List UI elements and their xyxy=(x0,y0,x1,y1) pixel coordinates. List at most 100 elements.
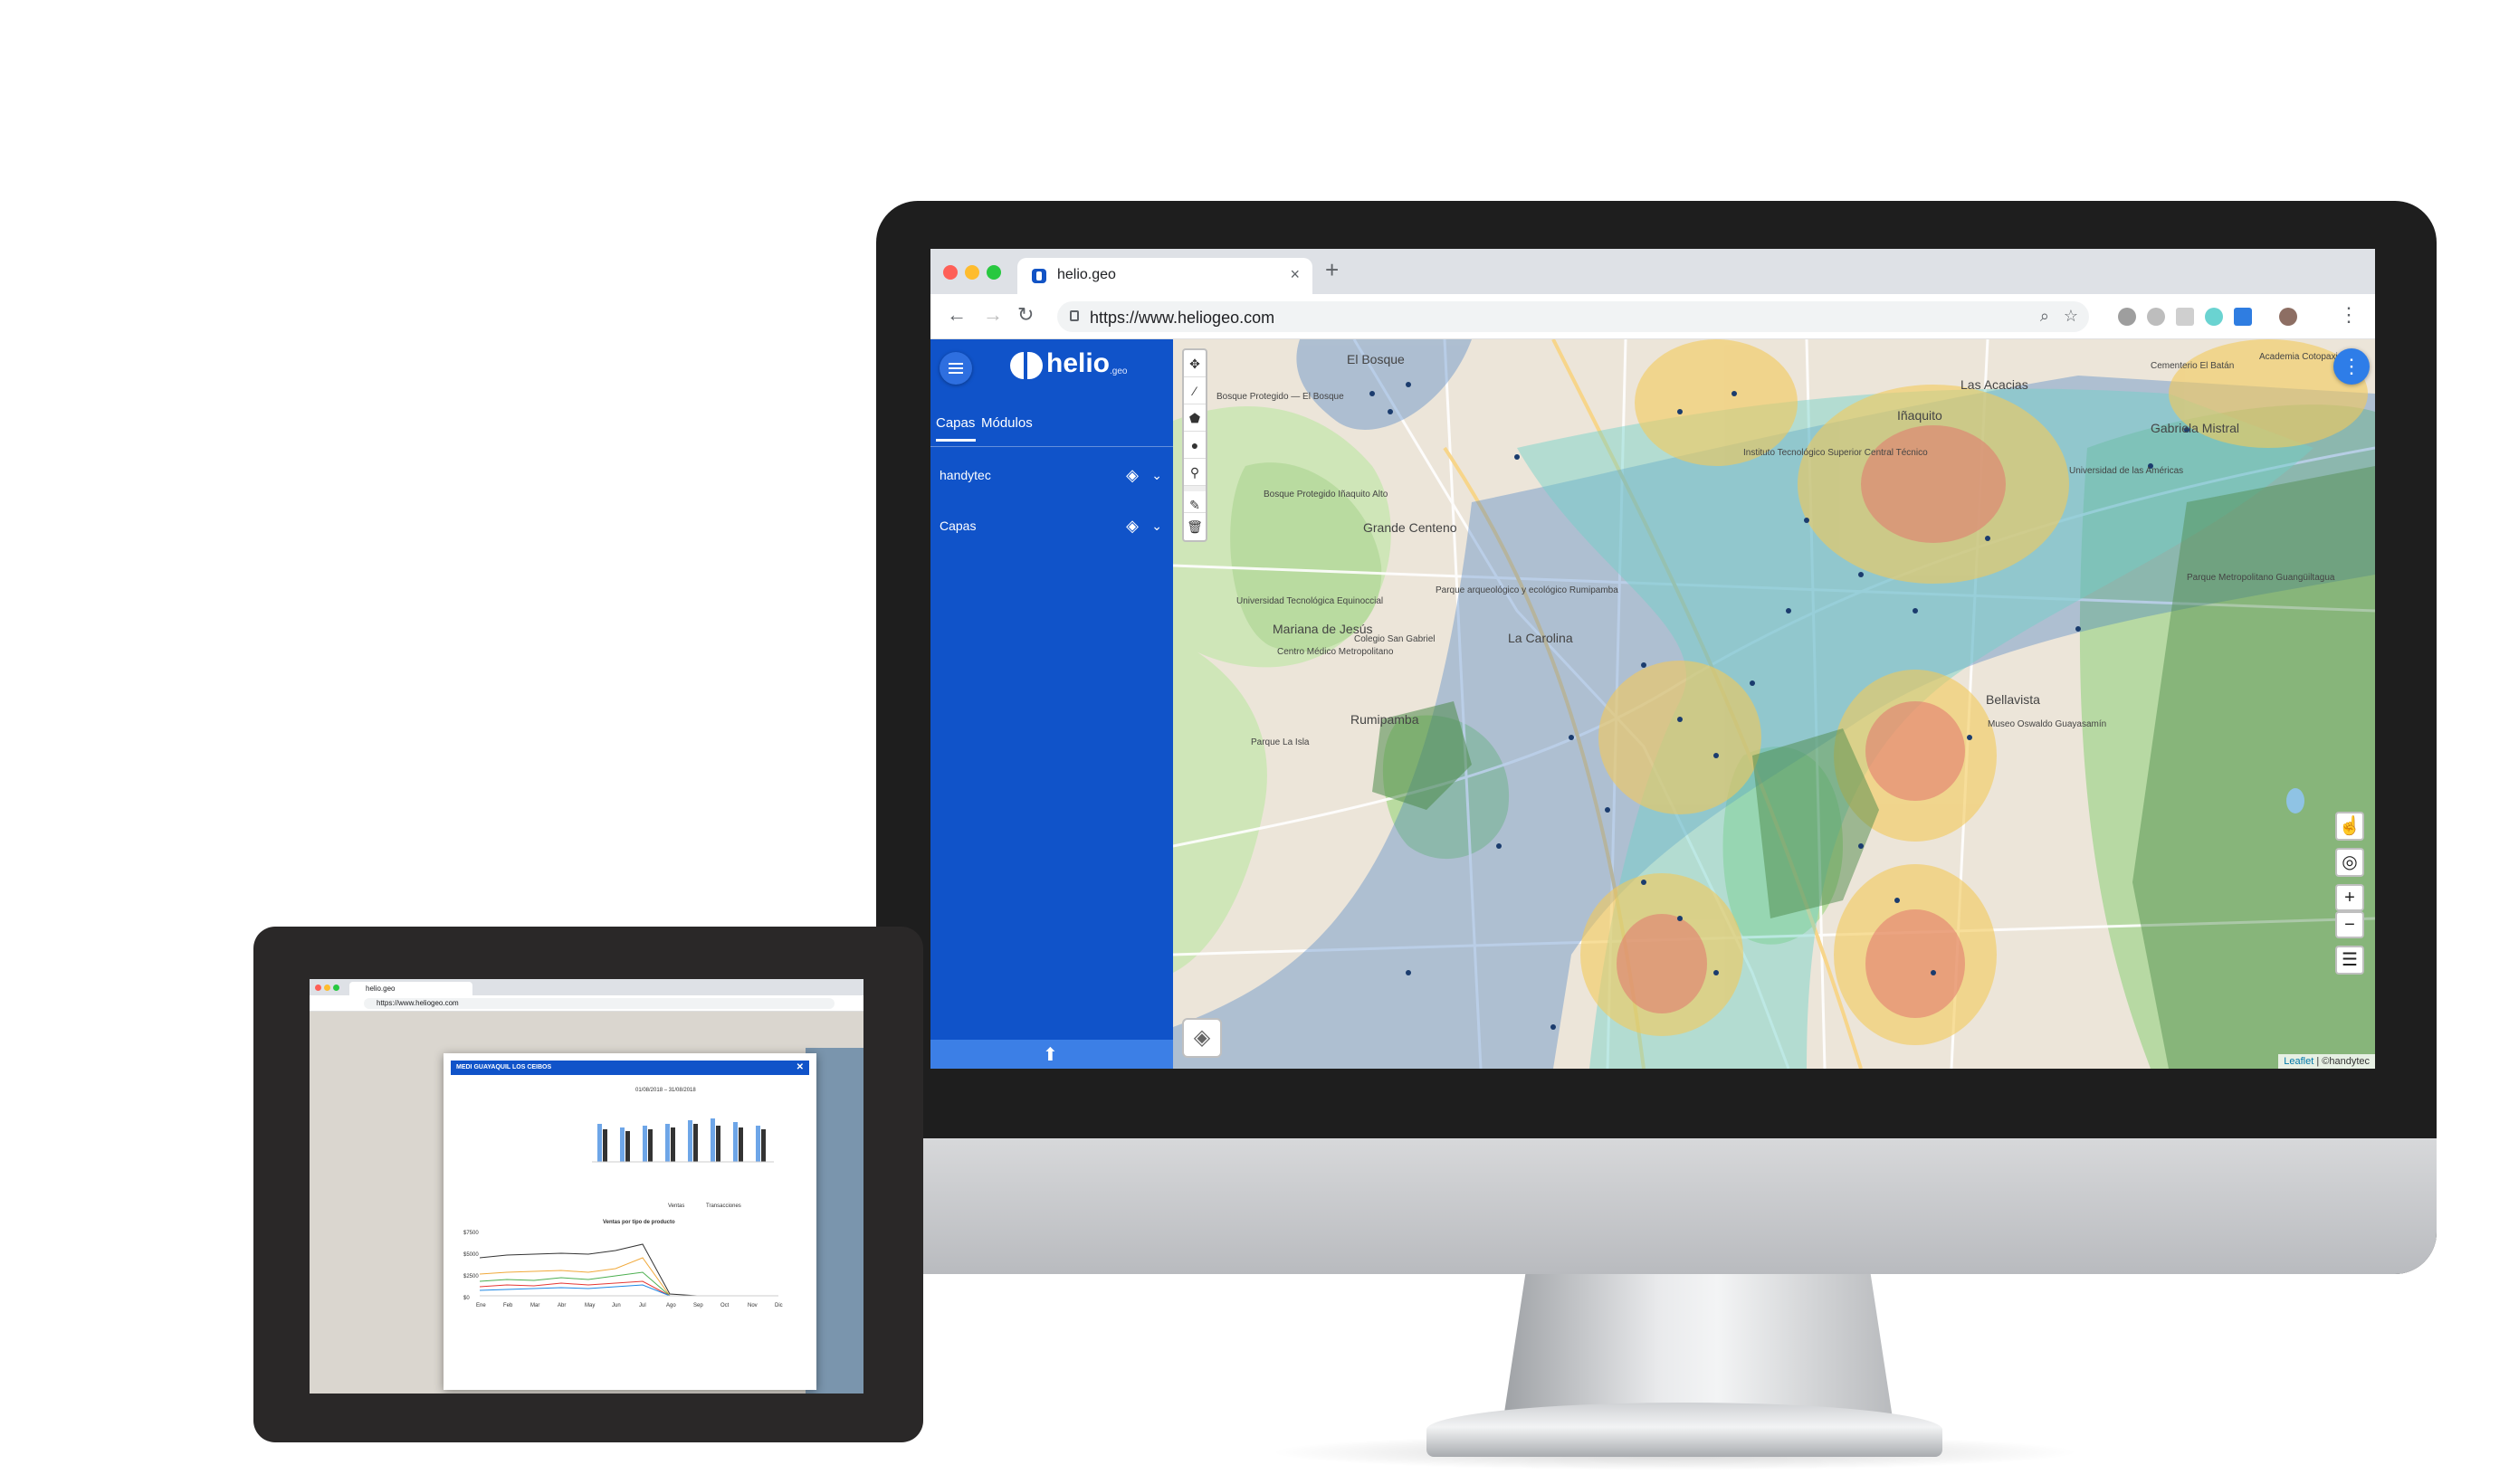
cloud-extension-icon[interactable] xyxy=(2147,308,2165,326)
edit-tool-icon[interactable]: ✎ xyxy=(1184,486,1206,513)
chevron-down-icon[interactable]: ⌄ xyxy=(1151,518,1162,534)
helio-logo-icon xyxy=(1010,352,1043,379)
map-place-label: Academia Cotopaxi xyxy=(2259,352,2338,362)
dialog-header: MEDI GUAYAQUIL LOS CEIBOS ✕ xyxy=(451,1061,809,1075)
circle-tool-icon[interactable]: ● xyxy=(1184,432,1206,459)
close-window-button[interactable] xyxy=(315,985,321,991)
draw-toolbar: ✥ ⁄ ⬟ ● ⚲ ✎ 🗑 xyxy=(1182,348,1207,542)
month-label: Jul xyxy=(639,1303,646,1308)
tab-modulos[interactable]: Módulos xyxy=(981,415,1033,431)
base-layers-button[interactable]: ◈ xyxy=(1182,1018,1222,1058)
tablet-tab-strip: helio.geo xyxy=(310,979,863,995)
zoom-in-button[interactable]: + xyxy=(2335,884,2364,911)
app-sidebar: helio .geo Capas Módulos handytec ◈ ⌄ Ca… xyxy=(930,339,1173,1069)
logo-subtext: .geo xyxy=(1110,366,1128,376)
locate-me-icon[interactable]: ◎ xyxy=(2335,848,2364,877)
hamburger-menu-button[interactable] xyxy=(940,352,972,385)
tab-title: helio.geo xyxy=(1057,267,1116,282)
map-place-label: Museo Oswaldo Guayasamín xyxy=(1988,719,2107,729)
back-arrow-icon[interactable]: ← xyxy=(947,305,967,325)
map-place-label: El Bosque xyxy=(1347,352,1405,366)
y-tick: $0 xyxy=(463,1296,470,1301)
month-label: Sep xyxy=(693,1303,703,1308)
select-tool-icon[interactable]: ✥ xyxy=(1184,350,1206,377)
legend-transacciones: Transacciones xyxy=(706,1203,741,1209)
maximize-window-button[interactable] xyxy=(987,265,1001,280)
map-place-label: Instituto Tecnológico Superior Central T… xyxy=(1743,448,1928,458)
tab-strip: helio.geo × + xyxy=(930,249,2375,294)
month-label: Jun xyxy=(612,1303,621,1308)
minimize-window-button[interactable] xyxy=(324,985,330,991)
zoom-search-icon[interactable]: ⌕ xyxy=(2040,307,2049,326)
maximize-window-button[interactable] xyxy=(333,985,339,991)
browser-menu-icon[interactable]: ⋮ xyxy=(2339,303,2359,327)
month-label: Abr xyxy=(558,1303,567,1308)
leaflet-link[interactable]: Leaflet xyxy=(2284,1056,2313,1067)
month-label: Dic xyxy=(775,1303,783,1308)
bookmark-star-icon[interactable]: ☆ xyxy=(2064,307,2078,326)
sales-dialog: MEDI GUAYAQUIL LOS CEIBOS ✕ 01/08/2018 –… xyxy=(444,1053,816,1390)
new-tab-button[interactable]: + xyxy=(1325,258,1339,281)
active-tab-indicator xyxy=(936,439,976,442)
chevron-down-icon[interactable]: ⌄ xyxy=(1151,468,1162,483)
layer-group-handytec[interactable]: handytec ◈ ⌄ xyxy=(930,464,1173,491)
layers-icon: ◈ xyxy=(1126,466,1139,484)
marker-tool-icon[interactable]: ⚲ xyxy=(1184,459,1206,486)
map-options-button[interactable]: ⋮ xyxy=(2333,348,2370,385)
month-label: Mar xyxy=(530,1303,540,1308)
map-place-label: Bosque Protegido — El Bosque xyxy=(1216,392,1344,402)
chart2-title: Ventas por tipo de producto xyxy=(603,1220,675,1225)
extension-icon[interactable] xyxy=(2205,308,2223,326)
browser-toolbar: ← → ↻ https://www.heliogeo.com ⌕ ☆ ⋮ xyxy=(930,294,2375,339)
browser-tab[interactable]: helio.geo × xyxy=(1017,258,1312,294)
extension-icon[interactable] xyxy=(2118,308,2136,326)
map-view[interactable]: El Bosque Bosque Protegido — El Bosque B… xyxy=(1173,339,2375,1069)
close-icon[interactable]: ✕ xyxy=(797,1061,804,1075)
tablet-url[interactable]: https://www.heliogeo.com xyxy=(364,998,835,1009)
map-place-label: Parque arqueológico y ecológico Rumipamb… xyxy=(1436,585,1618,595)
desktop-browser-window: helio.geo × + ← → ↻ https://www.heliogeo… xyxy=(930,249,2375,1069)
zoom-out-button[interactable]: − xyxy=(2335,911,2364,938)
bar-chart xyxy=(592,1118,774,1163)
map-place-label: Rumipamba xyxy=(1350,712,1419,727)
url-text: https://www.heliogeo.com xyxy=(1090,309,1275,327)
map-place-label: Gabriela Mistral xyxy=(2151,421,2240,435)
tab-capas[interactable]: Capas xyxy=(936,415,975,431)
tablet-map-view[interactable]: MEDI GUAYAQUIL LOS CEIBOS ✕ 01/08/2018 –… xyxy=(310,1012,863,1394)
map-place-label: Iñaquito xyxy=(1897,408,1942,423)
month-label: Oct xyxy=(720,1303,730,1308)
reload-icon[interactable]: ↻ xyxy=(1017,305,1034,325)
minimize-window-button[interactable] xyxy=(965,265,979,280)
map-place-label: Centro Médico Metropolitano xyxy=(1277,647,1394,657)
month-label: Ago xyxy=(666,1303,676,1308)
polyline-tool-icon[interactable]: ⁄ xyxy=(1184,377,1206,404)
date-range: 01/08/2018 – 31/08/2018 xyxy=(635,1088,696,1093)
imac-stand-base xyxy=(1426,1403,1942,1457)
upload-icon: ⬆ xyxy=(1043,1045,1058,1065)
dialog-title: MEDI GUAYAQUIL LOS CEIBOS xyxy=(456,1064,552,1070)
map-place-label: Universidad de las Américas xyxy=(2069,466,2184,476)
legend-list-icon[interactable]: ☰ xyxy=(2335,946,2364,975)
map-place-label: Cementerio El Batán xyxy=(2151,361,2235,371)
upload-bar[interactable]: ⬆ xyxy=(930,1040,1173,1069)
address-bar[interactable]: https://www.heliogeo.com ⌕ ☆ xyxy=(1057,301,2089,332)
month-label: Feb xyxy=(503,1303,513,1308)
touch-mode-icon[interactable]: ☝ xyxy=(2335,812,2364,841)
tab-close-icon[interactable]: × xyxy=(1290,265,1300,284)
layer-group-capas[interactable]: Capas ◈ ⌄ xyxy=(930,515,1173,542)
forward-arrow-icon[interactable]: → xyxy=(983,305,1003,325)
line-chart xyxy=(480,1243,778,1297)
layers-icon: ◈ xyxy=(1126,517,1139,535)
tablet-browser-window: helio.geo https://www.heliogeo.com MEDI … xyxy=(310,979,863,1394)
tablet-browser-tab[interactable]: helio.geo xyxy=(349,982,472,995)
imac-stand-neck xyxy=(1503,1270,1894,1424)
delete-tool-icon[interactable]: 🗑 xyxy=(1184,513,1206,540)
profile-avatar[interactable] xyxy=(2279,308,2297,326)
imac-chin xyxy=(876,1138,2437,1274)
extension-icon[interactable] xyxy=(2176,308,2194,326)
map-place-label: La Carolina xyxy=(1508,631,1573,645)
polygon-tool-icon[interactable]: ⬟ xyxy=(1184,404,1206,432)
close-window-button[interactable] xyxy=(943,265,958,280)
extension-icon[interactable] xyxy=(2234,308,2252,326)
map-attribution: Leaflet | ©handytec xyxy=(2278,1054,2375,1069)
